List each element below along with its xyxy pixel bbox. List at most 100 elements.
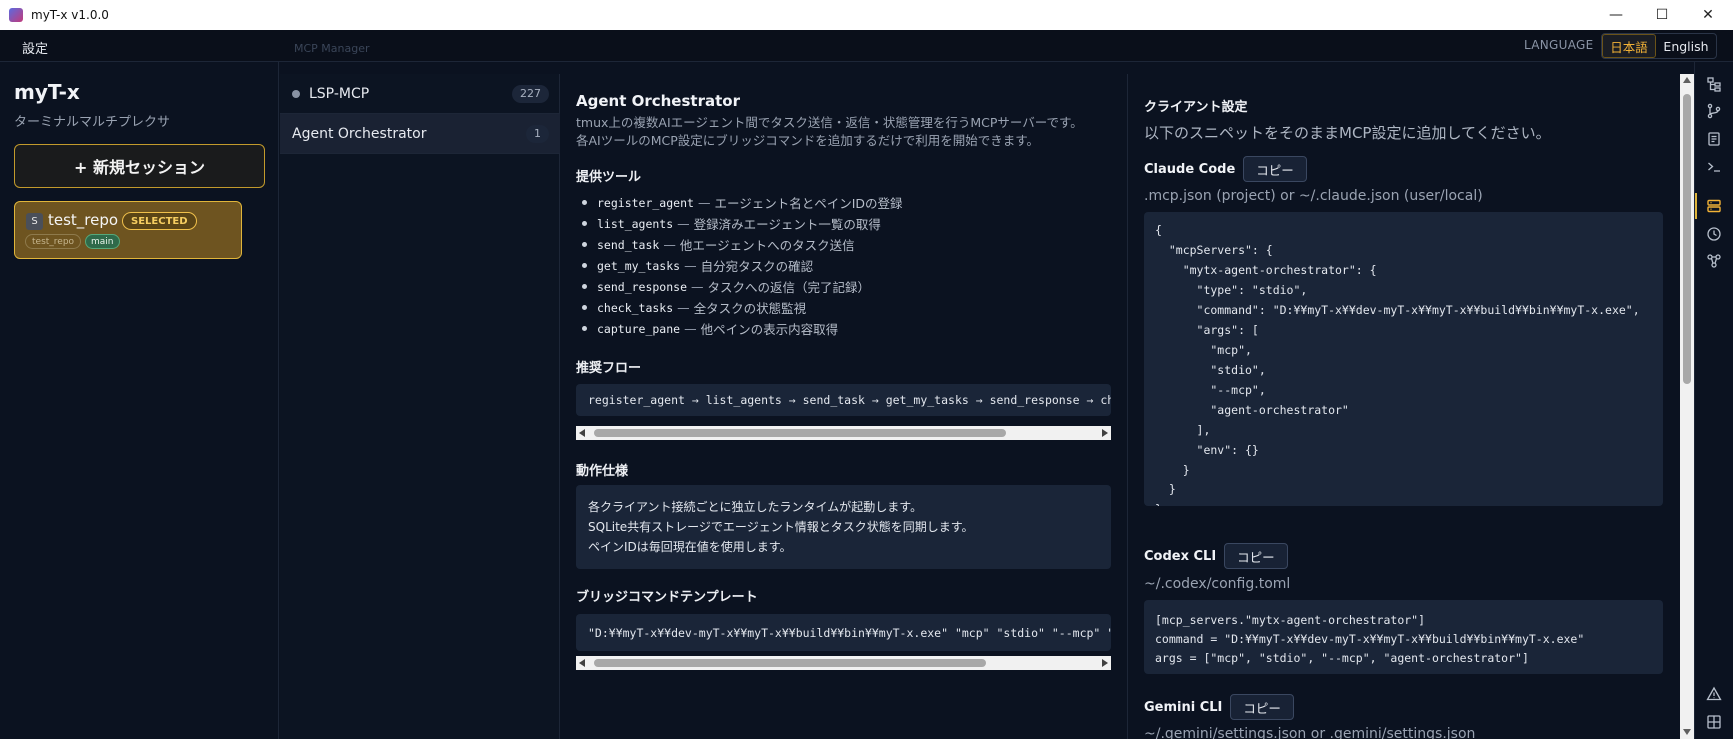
tool-item: register_agent — エージェント名とペインIDの登録 (582, 192, 903, 213)
bullet-icon (582, 221, 587, 226)
tool-name: send_task (597, 237, 660, 252)
claude-code-label: Claude Code (1144, 161, 1236, 177)
client-settings-panel: クライアント設定 以下のスニペットをそのままMCP設定に追加してください。 Cl… (1127, 74, 1680, 739)
tool-name: send_response (597, 279, 688, 294)
codex-snippet: [mcp_servers."mytx-agent-orchestrator"] … (1144, 600, 1663, 674)
tool-description: 自分宛タスクの確認 (700, 259, 814, 274)
scroll-up-icon[interactable] (1683, 77, 1691, 83)
code-line: "type": "stdio", (1155, 283, 1308, 297)
mcp-detail-panel: Agent Orchestrator tmux上の複数AIエージェント間でタスク… (561, 74, 1126, 739)
language-switcher: 日本語 English (1601, 33, 1717, 59)
close-button[interactable]: ✕ (1685, 0, 1731, 30)
window-titlebar: myT-x v1.0.0 — ☐ ✕ (0, 0, 1733, 30)
flow-horizontal-scrollbar[interactable] (576, 426, 1111, 440)
tree-icon[interactable] (1705, 75, 1723, 93)
tool-name: register_agent (597, 195, 694, 210)
tool-description: 登録済みエージェント一覧の取得 (693, 217, 881, 232)
maximize-button[interactable]: ☐ (1639, 0, 1685, 30)
settings-menu[interactable]: 設定 (22, 38, 48, 57)
mcp-item-label: LSP-MCP (309, 85, 370, 102)
codex-config-path: ~/.codex/config.toml (1144, 576, 1291, 592)
code-line: command = "D:¥¥myT-x¥¥dev-myT-x¥¥myT-x¥¥… (1155, 632, 1585, 646)
code-line: "mcp", (1155, 343, 1252, 357)
code-line: "mytx-agent-orchestrator": { (1155, 263, 1377, 277)
claude-copy-button[interactable]: コピー (1243, 156, 1307, 182)
bridge-heading: ブリッジコマンドテンプレート (576, 590, 758, 605)
layout-icon[interactable] (1705, 713, 1723, 731)
spec-heading: 動作仕様 (576, 464, 629, 479)
session-sidebar: myT-x ターミナルマルチプレクサ + 新規セッション S test_repo… (0, 62, 279, 739)
mcp-item-agent-orchestrator[interactable]: Agent Orchestrator 1 (280, 114, 560, 154)
code-line: } (1155, 482, 1176, 496)
codex-copy-button[interactable]: コピー (1224, 543, 1288, 569)
lang-en-button[interactable]: English (1656, 34, 1716, 58)
client-vertical-scrollbar[interactable] (1680, 74, 1694, 739)
window-title: myT-x v1.0.0 (31, 8, 109, 22)
app-subtitle: ターミナルマルチプレクサ (14, 115, 171, 130)
code-line: "env": {} (1155, 443, 1259, 457)
gemini-config-path: ~/.gemini/settings.json or .gemini/setti… (1144, 726, 1476, 739)
description-line: tmux上の複数AIエージェント間でタスク送信・返信・状態管理を行うMCPサーバ… (576, 115, 1083, 130)
codex-row: Codex CLI コピー (1144, 543, 1288, 569)
tool-name: check_tasks (597, 300, 674, 315)
minimize-button[interactable]: — (1593, 0, 1639, 30)
tool-item: check_tasks — 全タスクの状態監視 (582, 297, 903, 318)
tools-list: register_agent — エージェント名とペインIDの登録 list_age… (582, 192, 903, 339)
detail-title: Agent Orchestrator (576, 92, 740, 110)
tool-separator: — (677, 300, 690, 315)
tool-description: 全タスクの状態監視 (693, 301, 807, 316)
right-icon-rail (1694, 62, 1733, 739)
scrollbar-thumb[interactable] (594, 429, 1006, 437)
scrollbar-thumb[interactable] (594, 659, 986, 667)
lang-ja-button[interactable]: 日本語 (1602, 34, 1656, 58)
scroll-right-icon[interactable] (1102, 429, 1108, 437)
bridge-code: "D:¥¥myT-x¥¥dev-myT-x¥¥myT-x¥¥build¥¥bin… (588, 626, 1111, 640)
session-card[interactable]: S test_repo SELECTED test_repo main (14, 201, 242, 259)
document-icon[interactable] (1705, 130, 1723, 148)
bullet-icon (582, 263, 587, 268)
client-settings-intro: 以下のスニペットをそのままMCP設定に追加してください。 (1144, 124, 1551, 142)
warning-icon[interactable] (1705, 685, 1723, 703)
mcp-item-lsp[interactable]: LSP-MCP 227 (280, 74, 560, 114)
tool-item: send_task — 他エージェントへのタスク送信 (582, 234, 903, 255)
bullet-icon (582, 284, 587, 289)
code-line: "stdio", (1155, 363, 1266, 377)
code-line: "mcpServers": { (1155, 243, 1273, 257)
app-name: myT-x (14, 80, 80, 104)
gemini-copy-button[interactable]: コピー (1230, 694, 1294, 720)
terminal-icon[interactable] (1705, 158, 1723, 176)
status-dot-icon (292, 89, 300, 98)
codex-cli-label: Codex CLI (1144, 548, 1217, 564)
claude-snippet: { "mcpServers": { "mytx-agent-orchestrat… (1144, 212, 1663, 506)
description-line: 各AIツールのMCP設定にブリッジコマンドを追加するだけで利用を開始できます。 (576, 133, 1040, 148)
language-label: LANGUAGE (1524, 38, 1594, 52)
git-branch-icon[interactable] (1705, 102, 1723, 120)
active-indicator (1695, 193, 1697, 219)
bridge-horizontal-scrollbar[interactable] (576, 656, 1111, 670)
selected-badge: SELECTED (122, 212, 197, 230)
mcp-item-count: 227 (512, 84, 549, 103)
new-session-button[interactable]: + 新規セッション (14, 144, 265, 188)
branch-tag: main (85, 234, 120, 249)
app-logo-icon (9, 8, 23, 22)
bridge-codebox: "D:¥¥myT-x¥¥dev-myT-x¥¥myT-x¥¥build¥¥bin… (576, 614, 1111, 651)
tool-separator: — (697, 195, 711, 210)
scroll-left-icon[interactable] (579, 659, 585, 667)
repo-tag: test_repo (25, 234, 82, 249)
gemini-row: Gemini CLI コピー (1144, 694, 1294, 720)
mcp-icon[interactable] (1705, 197, 1723, 215)
scroll-down-icon[interactable] (1683, 729, 1691, 735)
code-line: } (1155, 463, 1190, 477)
code-line: } (1155, 502, 1162, 506)
code-line: { (1155, 223, 1162, 237)
scroll-left-icon[interactable] (579, 429, 585, 437)
scrollbar-thumb[interactable] (1683, 94, 1691, 384)
network-icon[interactable] (1705, 252, 1723, 270)
tool-item: list_agents — 登録済みエージェント一覧の取得 (582, 213, 903, 234)
tool-name: get_my_tasks (597, 258, 681, 273)
history-icon[interactable] (1705, 225, 1723, 243)
scroll-right-icon[interactable] (1102, 659, 1108, 667)
tool-separator: — (684, 321, 697, 336)
code-line: ], (1155, 423, 1211, 437)
code-line: "agent-orchestrator" (1155, 403, 1349, 417)
